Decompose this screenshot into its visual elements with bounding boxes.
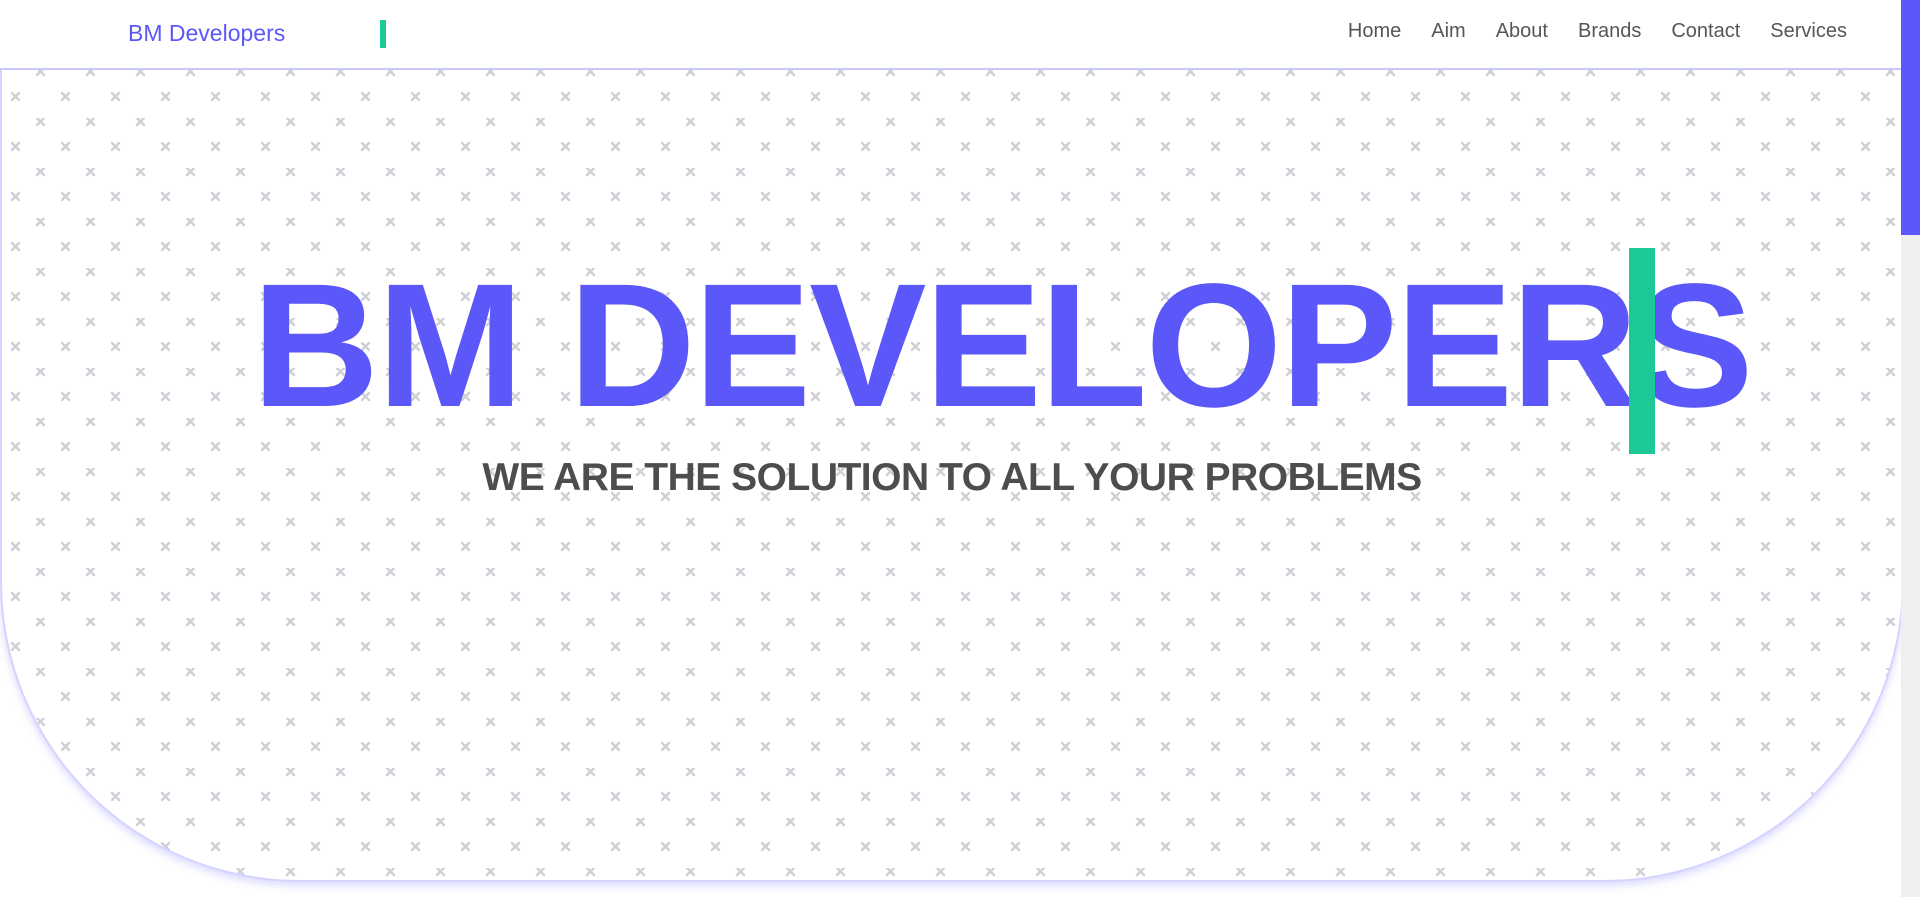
nav-link-brands[interactable]: Brands bbox=[1578, 20, 1641, 43]
navbar: BM Developers Home Aim About Brands Cont… bbox=[0, 0, 1901, 70]
nav-links: Home Aim About Brands Contact Services bbox=[1318, 20, 1847, 43]
hero-title: BM DEVELOPERS bbox=[252, 248, 1754, 444]
brand-link[interactable]: BM Developers bbox=[128, 20, 285, 47]
nav-link-about[interactable]: About bbox=[1496, 20, 1548, 43]
page: BM Developers Home Aim About Brands Cont… bbox=[0, 0, 1920, 897]
nav-link-contact[interactable]: Contact bbox=[1671, 20, 1740, 43]
hero-typing-cursor bbox=[1629, 248, 1655, 454]
hero-section: BM DEVELOPERS WE ARE THE SOLUTION TO ALL… bbox=[0, 68, 1904, 882]
nav-link-home[interactable]: Home bbox=[1348, 20, 1401, 43]
scrollbar-thumb[interactable] bbox=[1901, 0, 1920, 235]
scrollbar-track[interactable] bbox=[1901, 0, 1920, 897]
nav-link-services[interactable]: Services bbox=[1770, 20, 1847, 43]
hero-subtitle: WE ARE THE SOLUTION TO ALL YOUR PROBLEMS bbox=[482, 456, 1422, 499]
nav-link-aim[interactable]: Aim bbox=[1431, 20, 1465, 43]
brand-typing-cursor bbox=[380, 20, 386, 48]
